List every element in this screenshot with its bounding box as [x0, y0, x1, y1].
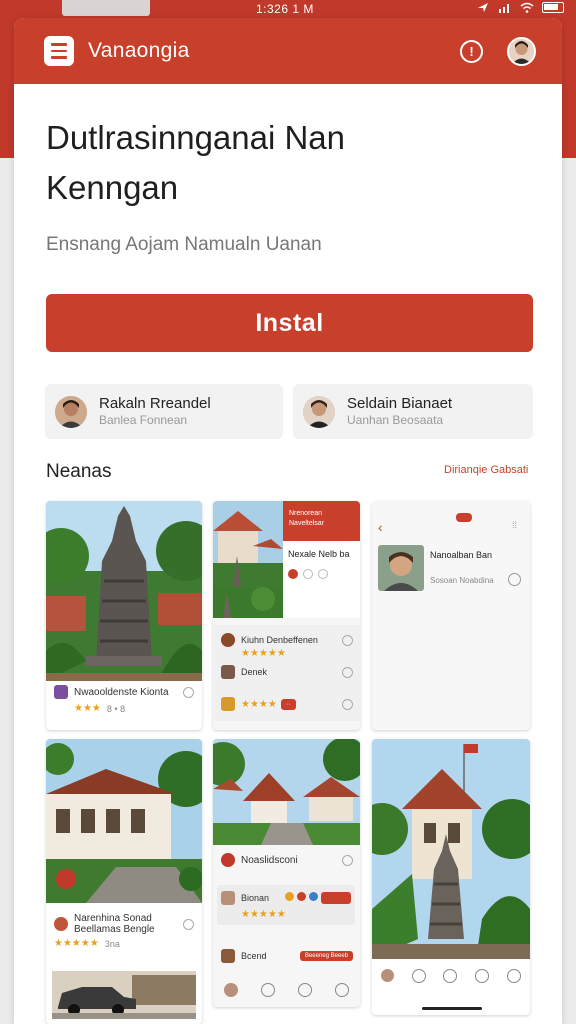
gallery-tile[interactable]: Nwaooldenste Kionta ★★★ 8 • 8 [46, 501, 202, 730]
action-pill[interactable] [321, 892, 351, 904]
more-icon[interactable] [342, 666, 353, 678]
status-icons [476, 2, 564, 13]
profile-photo [378, 545, 424, 591]
contact-name: Rakaln Rreandel [99, 395, 211, 412]
avatar [221, 891, 235, 905]
info-icon[interactable]: ! [460, 40, 483, 63]
profile-sub: Sosoan Noabdina [430, 576, 494, 585]
circle-icon [318, 569, 328, 579]
tile-badge: ·· [280, 698, 296, 710]
rating-stars: ★★★★★ [241, 909, 286, 920]
nav-user-icon[interactable] [475, 969, 490, 983]
nav-search-icon[interactable] [261, 983, 276, 997]
location-icon [478, 3, 488, 12]
install-button[interactable]: Instal [46, 294, 533, 352]
gallery-tile[interactable]: ‹ ⁞⁞ Nanoalban Ban Sosoan Noabdina [372, 501, 530, 730]
hero-title: Dutlrasinnganai Nan Kenngan [46, 113, 526, 213]
home-indicator [422, 1007, 482, 1010]
car-photo [52, 971, 196, 1019]
status-time: 1:326 1 M [256, 2, 314, 16]
badge-icon [285, 892, 294, 901]
more-icon[interactable] [183, 918, 194, 930]
nav-avatar[interactable] [224, 983, 239, 997]
tile-row-title: Denek [241, 667, 268, 677]
tile-meta: 3na [104, 938, 120, 949]
gallery-tile[interactable] [372, 739, 530, 1015]
more-icon[interactable] [183, 686, 194, 698]
tile-title-2: Beellamas Bengle [74, 924, 155, 935]
tile-title: Noaslidsconi [241, 854, 298, 866]
badge-icon [309, 892, 318, 901]
rating-stars: ★★★★★ [241, 648, 286, 659]
more-icon[interactable] [342, 634, 353, 646]
rating-stars: ★★★★★ [54, 938, 99, 949]
hamburger-menu-icon[interactable] [44, 36, 74, 66]
app-card: Vanaongia ! Dutlrasinnganai Nan Kenngan … [14, 18, 562, 1024]
rating-stars: ★★★★ [241, 698, 277, 710]
house-photo [213, 501, 283, 587]
grid-dots-icon[interactable]: ⁞⁞ [512, 520, 517, 530]
tile-title: Narenhina Sonad [74, 913, 152, 924]
close-icon[interactable] [508, 573, 521, 586]
avatar [221, 949, 235, 963]
app-icon [221, 853, 235, 867]
gallery-tile[interactable]: Nrenorean Naveltelsar Nexale Nelb ba Kiu… [213, 501, 360, 730]
app-icon [221, 633, 235, 647]
app-icon [221, 697, 235, 711]
bottom-nav [213, 979, 360, 1007]
tile-row-title: Bionan [241, 893, 270, 903]
avatar [303, 395, 335, 428]
badge-icon [288, 569, 298, 579]
shrine-photo [372, 739, 530, 959]
tile-row-title: Kiuhn Denbeffenen [241, 635, 318, 645]
nav-home-icon[interactable] [411, 969, 426, 983]
circle-icon [303, 569, 313, 579]
rating-stars: ★★★ [74, 703, 101, 714]
wifi-icon [520, 2, 534, 13]
app-name: Vanaongia [88, 39, 190, 62]
badge-icon [297, 892, 306, 901]
signal-icon [499, 4, 509, 13]
app-header: Vanaongia ! [14, 18, 562, 84]
tile-row-title: Bcend [241, 951, 267, 961]
tile-header-title: Nrenorean Naveltelsar [289, 510, 325, 527]
nav-heart-icon[interactable] [443, 969, 458, 983]
app-icon [54, 685, 68, 699]
hero-subtitle: Ensnang Aojam Namualn Uanan [46, 234, 322, 255]
action-button[interactable]: Beeeneg Beeeb [299, 951, 353, 961]
garden-photo [213, 587, 283, 618]
profile-avatar[interactable] [507, 37, 536, 66]
nav-avatar[interactable] [380, 969, 394, 982]
village-photo [213, 739, 360, 845]
status-bar: 1:326 1 M [0, 0, 576, 18]
more-icon[interactable] [342, 854, 353, 866]
contact-card[interactable]: Seldain Bianaet Uanhan Beosaata [293, 384, 533, 439]
battery-icon [542, 2, 564, 13]
gallery-tile[interactable]: Narenhina Sonad Beellamas Bengle ★★★★★ 3… [46, 739, 202, 1024]
profile-title: Nanoalban Ban [430, 550, 493, 560]
chevron-left-icon[interactable]: ‹ [378, 519, 383, 535]
tile-meta: 8 • 8 [106, 703, 126, 714]
contact-card[interactable]: Rakaln Rreandel Banlea Fonnean [45, 384, 283, 439]
section-link[interactable]: Dirianqie Gabsati [444, 464, 528, 476]
tile-caption: Nexale Nelb ba [288, 549, 350, 559]
contact-role: Uanhan Beosaata [347, 413, 444, 427]
nav-profile-icon[interactable] [507, 969, 522, 983]
gallery-tile[interactable]: Noaslidsconi Bionan ★★★★★ Bcend Beeeneg … [213, 739, 360, 1007]
building-photo [46, 739, 202, 903]
temple-photo [46, 501, 202, 681]
contact-name: Seldain Bianaet [347, 395, 453, 412]
more-icon[interactable] [342, 698, 353, 710]
nav-clock-icon[interactable] [334, 983, 349, 997]
notification-badge [456, 513, 472, 522]
avatar [55, 395, 87, 428]
contact-role: Banlea Fonnean [99, 413, 188, 427]
nav-heart-icon[interactable] [297, 983, 312, 997]
app-icon [54, 917, 68, 931]
hero-title-line2: Kenngan [46, 169, 179, 206]
app-icon [221, 665, 235, 679]
hero-title-line1: Dutlrasinnganai Nan [46, 119, 346, 156]
section-title: Neanas [46, 461, 112, 482]
tile-title: Nwaooldenste Kionta [74, 686, 169, 698]
